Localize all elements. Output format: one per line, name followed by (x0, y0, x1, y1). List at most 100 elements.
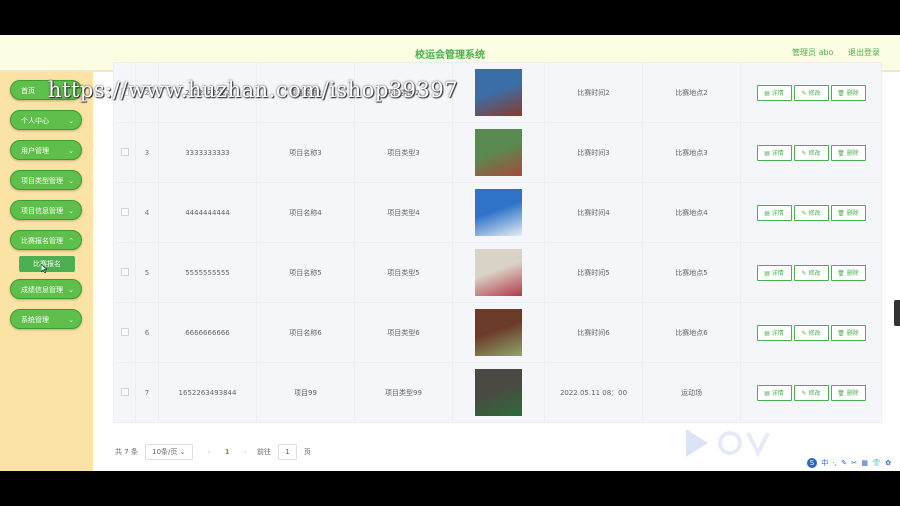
delete-button[interactable]: 🗑 删除 (830, 324, 866, 341)
registration-table: 2 2222222222 项目名称2 项目类型2 比赛时间2 比赛地点2 ▤ 详情 ✎ 修改 🗑… (113, 62, 882, 423)
pen-icon[interactable]: ✎ (841, 459, 847, 467)
detail-button[interactable]: ▤ 详情 (756, 204, 792, 221)
logout-link[interactable]: 退出登录 (848, 48, 880, 57)
sidebar-item-scores[interactable]: 成绩信息管理 ⌄ (10, 279, 82, 299)
row-time: 比赛时间2 (544, 62, 643, 123)
detail-icon: ▤ (764, 149, 770, 157)
row-actions: ▤ 详情 ✎ 修改 🗑 删除 (740, 62, 882, 123)
row-checkbox-cell (113, 242, 136, 303)
row-project: 项目名称4 (256, 182, 355, 243)
edit-button[interactable]: ✎ 修改 (793, 84, 829, 101)
next-page-icon[interactable]: › (244, 448, 247, 456)
detail-icon: ▤ (764, 389, 770, 397)
delete-button[interactable]: 🗑 删除 (830, 264, 866, 281)
row-place: 比赛地点2 (642, 62, 741, 123)
row-thumbnail[interactable] (475, 249, 522, 296)
pagination: 共 7 条 10条/页 ⌄ ‹ 1 › 前往 1 页 (115, 444, 311, 460)
row-image-cell (452, 122, 545, 183)
edit-button[interactable]: ✎ 修改 (793, 264, 829, 281)
input-method-icon[interactable]: S (807, 458, 817, 468)
chevron-down-icon: ⌄ (68, 177, 74, 185)
edit-button[interactable]: ✎ 修改 (793, 204, 829, 221)
current-page[interactable]: 1 (225, 448, 230, 456)
row-account: 1652263493844 (158, 362, 257, 423)
delete-button[interactable]: 🗑 删除 (830, 384, 866, 401)
row-project: 项目99 (256, 362, 355, 423)
shirt-icon[interactable]: 👕 (872, 459, 881, 467)
row-index: 5 (135, 242, 159, 303)
detail-icon: ▤ (764, 89, 770, 97)
user-area: 管理员 abo 退出登录 (780, 47, 880, 58)
row-checkbox[interactable] (120, 147, 129, 156)
row-image-cell (452, 302, 545, 363)
row-time: 2022.05.11 08：00 (544, 362, 643, 423)
detail-button[interactable]: ▤ 详情 (756, 84, 792, 101)
chevron-down-icon: ⌄ (68, 117, 74, 125)
tray-item[interactable]: ·, (832, 459, 836, 467)
row-project: 项目名称5 (256, 242, 355, 303)
edit-button[interactable]: ✎ 修改 (793, 324, 829, 341)
sidebar-item-registration[interactable]: 比赛报名管理 ⌃ (10, 230, 82, 250)
table-row: 5 5555555555 项目名称5 项目类型5 比赛时间5 比赛地点5 ▤ 详情 ✎ 修改 🗑… (113, 242, 882, 303)
grid-icon[interactable]: ▦ (861, 459, 868, 467)
row-checkbox[interactable] (120, 327, 129, 336)
trash-icon: 🗑 (837, 89, 845, 97)
edit-button[interactable]: ✎ 修改 (793, 384, 829, 401)
row-type: 项目类型4 (354, 182, 453, 243)
page-size-select[interactable]: 10条/页 ⌄ (145, 444, 193, 460)
detail-icon: ▤ (764, 269, 770, 277)
row-thumbnail[interactable] (475, 369, 522, 416)
row-thumbnail[interactable] (475, 309, 522, 356)
detail-button[interactable]: ▤ 详情 (756, 324, 792, 341)
goto-page-input[interactable]: 1 (278, 444, 297, 460)
edit-icon: ✎ (801, 209, 807, 217)
detail-button[interactable]: ▤ 详情 (756, 264, 792, 281)
trash-icon: 🗑 (837, 329, 845, 337)
sidebar-item-label: 成绩信息管理 (21, 286, 63, 294)
table-row: 4 4444444444 项目名称4 项目类型4 比赛时间4 比赛地点4 ▤ 详情 ✎ 修改 🗑… (113, 182, 882, 243)
detail-button[interactable]: ▤ 详情 (756, 384, 792, 401)
sidebar-item-project-info[interactable]: 项目信息管理 ⌄ (10, 200, 82, 220)
row-account: 6666666666 (158, 302, 257, 363)
edit-icon: ✎ (801, 149, 807, 157)
sidebar-item-label: 系统管理 (21, 316, 49, 324)
row-index: 6 (135, 302, 159, 363)
delete-button[interactable]: 🗑 删除 (830, 84, 866, 101)
video-logo-watermark (686, 429, 770, 458)
sidebar-item-project-types[interactable]: 项目类型管理 ⌄ (10, 170, 82, 190)
row-checkbox[interactable] (120, 387, 129, 396)
row-thumbnail[interactable] (475, 129, 522, 176)
row-project: 项目名称6 (256, 302, 355, 363)
row-checkbox-cell (113, 182, 136, 243)
detail-icon: ▤ (764, 209, 770, 217)
chevron-up-icon: ⌃ (68, 237, 74, 245)
row-thumbnail[interactable] (475, 69, 522, 116)
row-place: 运动场 (642, 362, 741, 423)
flower-icon[interactable]: ✿ (885, 459, 891, 467)
scissors-icon[interactable]: ✂ (851, 459, 857, 467)
edit-button[interactable]: ✎ 修改 (793, 144, 829, 161)
goto-label: 前往 (256, 448, 271, 456)
row-checkbox[interactable] (120, 207, 129, 216)
table-row: 6 6666666666 项目名称6 项目类型6 比赛时间6 比赛地点6 ▤ 详情 ✎ 修改 🗑… (113, 302, 882, 363)
row-type: 项目类型99 (354, 362, 453, 423)
row-type: 项目类型3 (354, 122, 453, 183)
row-thumbnail[interactable] (475, 189, 522, 236)
side-handle[interactable] (894, 300, 900, 326)
user-name: 管理员 abo (792, 48, 834, 57)
row-place: 比赛地点4 (642, 182, 741, 243)
sidebar-item-profile[interactable]: 个人中心 ⌄ (10, 110, 82, 130)
row-actions: ▤ 详情 ✎ 修改 🗑 删除 (740, 182, 882, 243)
detail-button[interactable]: ▤ 详情 (756, 144, 792, 161)
tray-item[interactable]: 中 (821, 458, 828, 468)
prev-page-icon[interactable]: ‹ (208, 448, 211, 456)
sidebar-item-users[interactable]: 用户管理 ⌄ (10, 140, 82, 160)
row-checkbox-cell (113, 362, 136, 423)
sidebar-item-label: 个人中心 (21, 117, 49, 125)
row-checkbox[interactable] (120, 267, 129, 276)
delete-button[interactable]: 🗑 删除 (830, 144, 866, 161)
delete-button[interactable]: 🗑 删除 (830, 204, 866, 221)
sidebar-item-label: 首页 (21, 87, 35, 95)
sidebar-item-system[interactable]: 系统管理 ⌄ (10, 309, 82, 329)
sidebar-subitem-registration[interactable]: 比赛报名 (19, 256, 75, 272)
